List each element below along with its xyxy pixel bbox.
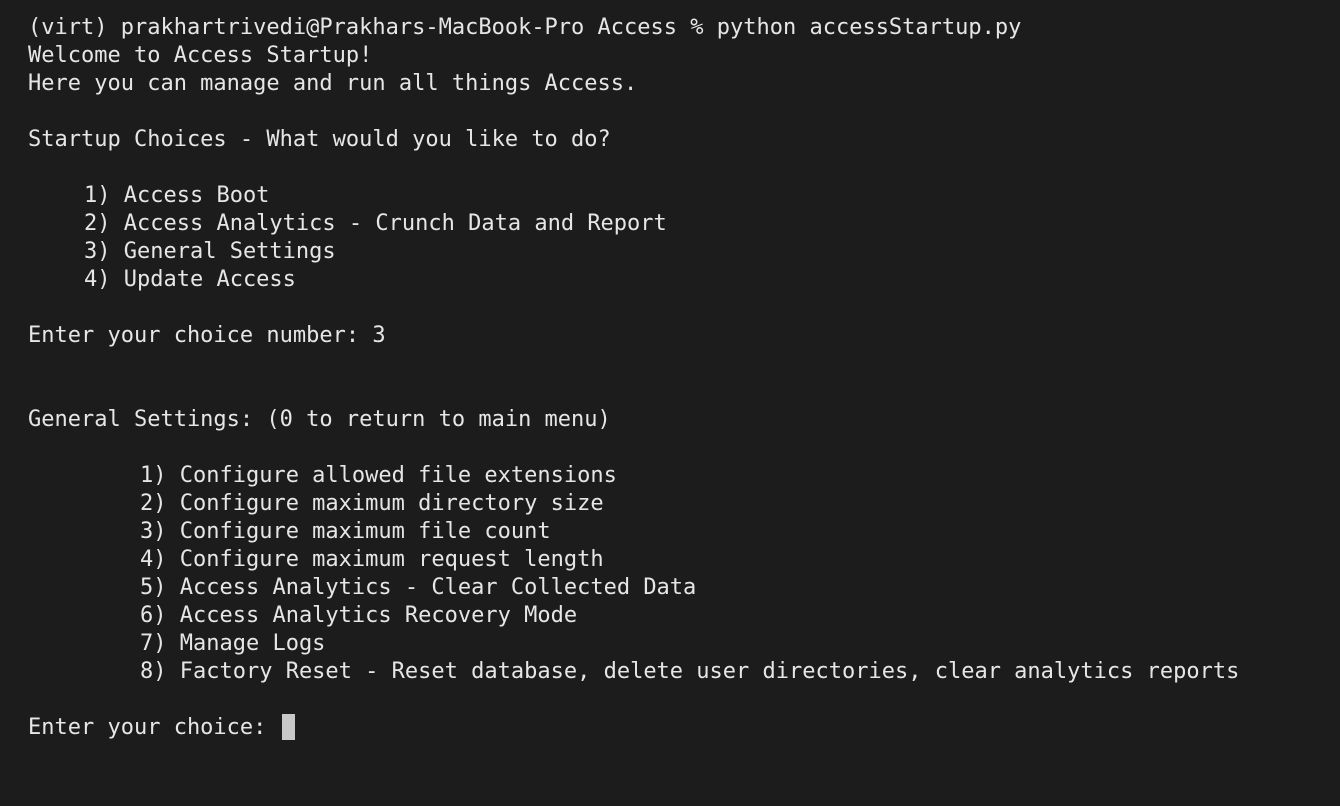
terminal-window[interactable]: (virt) prakhartrivedi@Prakhars-MacBook-P…: [0, 0, 1340, 806]
startup-heading: Startup Choices - What would you like to…: [28, 127, 611, 152]
startup-option: 3) General Settings: [84, 239, 336, 264]
settings-option: 6) Access Analytics Recovery Mode: [140, 603, 578, 628]
settings-option: 3) Configure maximum file count: [140, 519, 551, 544]
startup-option: 2) Access Analytics - Crunch Data and Re…: [84, 211, 667, 236]
input-line[interactable]: Enter your choice:: [28, 714, 1340, 742]
settings-option: 5) Access Analytics - Clear Collected Da…: [140, 575, 697, 600]
settings-option: 1) Configure allowed file extensions: [140, 463, 617, 488]
welcome-text: Welcome to Access Startup!: [28, 43, 373, 68]
intro-text: Here you can manage and run all things A…: [28, 71, 638, 96]
text-cursor[interactable]: [281, 714, 295, 740]
settings-option: 7) Manage Logs: [140, 631, 326, 656]
choice-prompt: Enter your choice number: 3: [28, 323, 386, 348]
settings-option: 2) Configure maximum directory size: [140, 491, 604, 516]
startup-option: 1) Access Boot: [84, 183, 270, 208]
settings-option: 4) Configure maximum request length: [140, 547, 604, 572]
startup-option: 4) Update Access: [84, 267, 296, 292]
input-prompt: Enter your choice:: [28, 715, 280, 740]
settings-option: 8) Factory Reset - Reset database, delet…: [140, 659, 1240, 684]
shell-prompt-line: (virt) prakhartrivedi@Prakhars-MacBook-P…: [28, 15, 1022, 40]
settings-heading: General Settings: (0 to return to main m…: [28, 407, 611, 432]
